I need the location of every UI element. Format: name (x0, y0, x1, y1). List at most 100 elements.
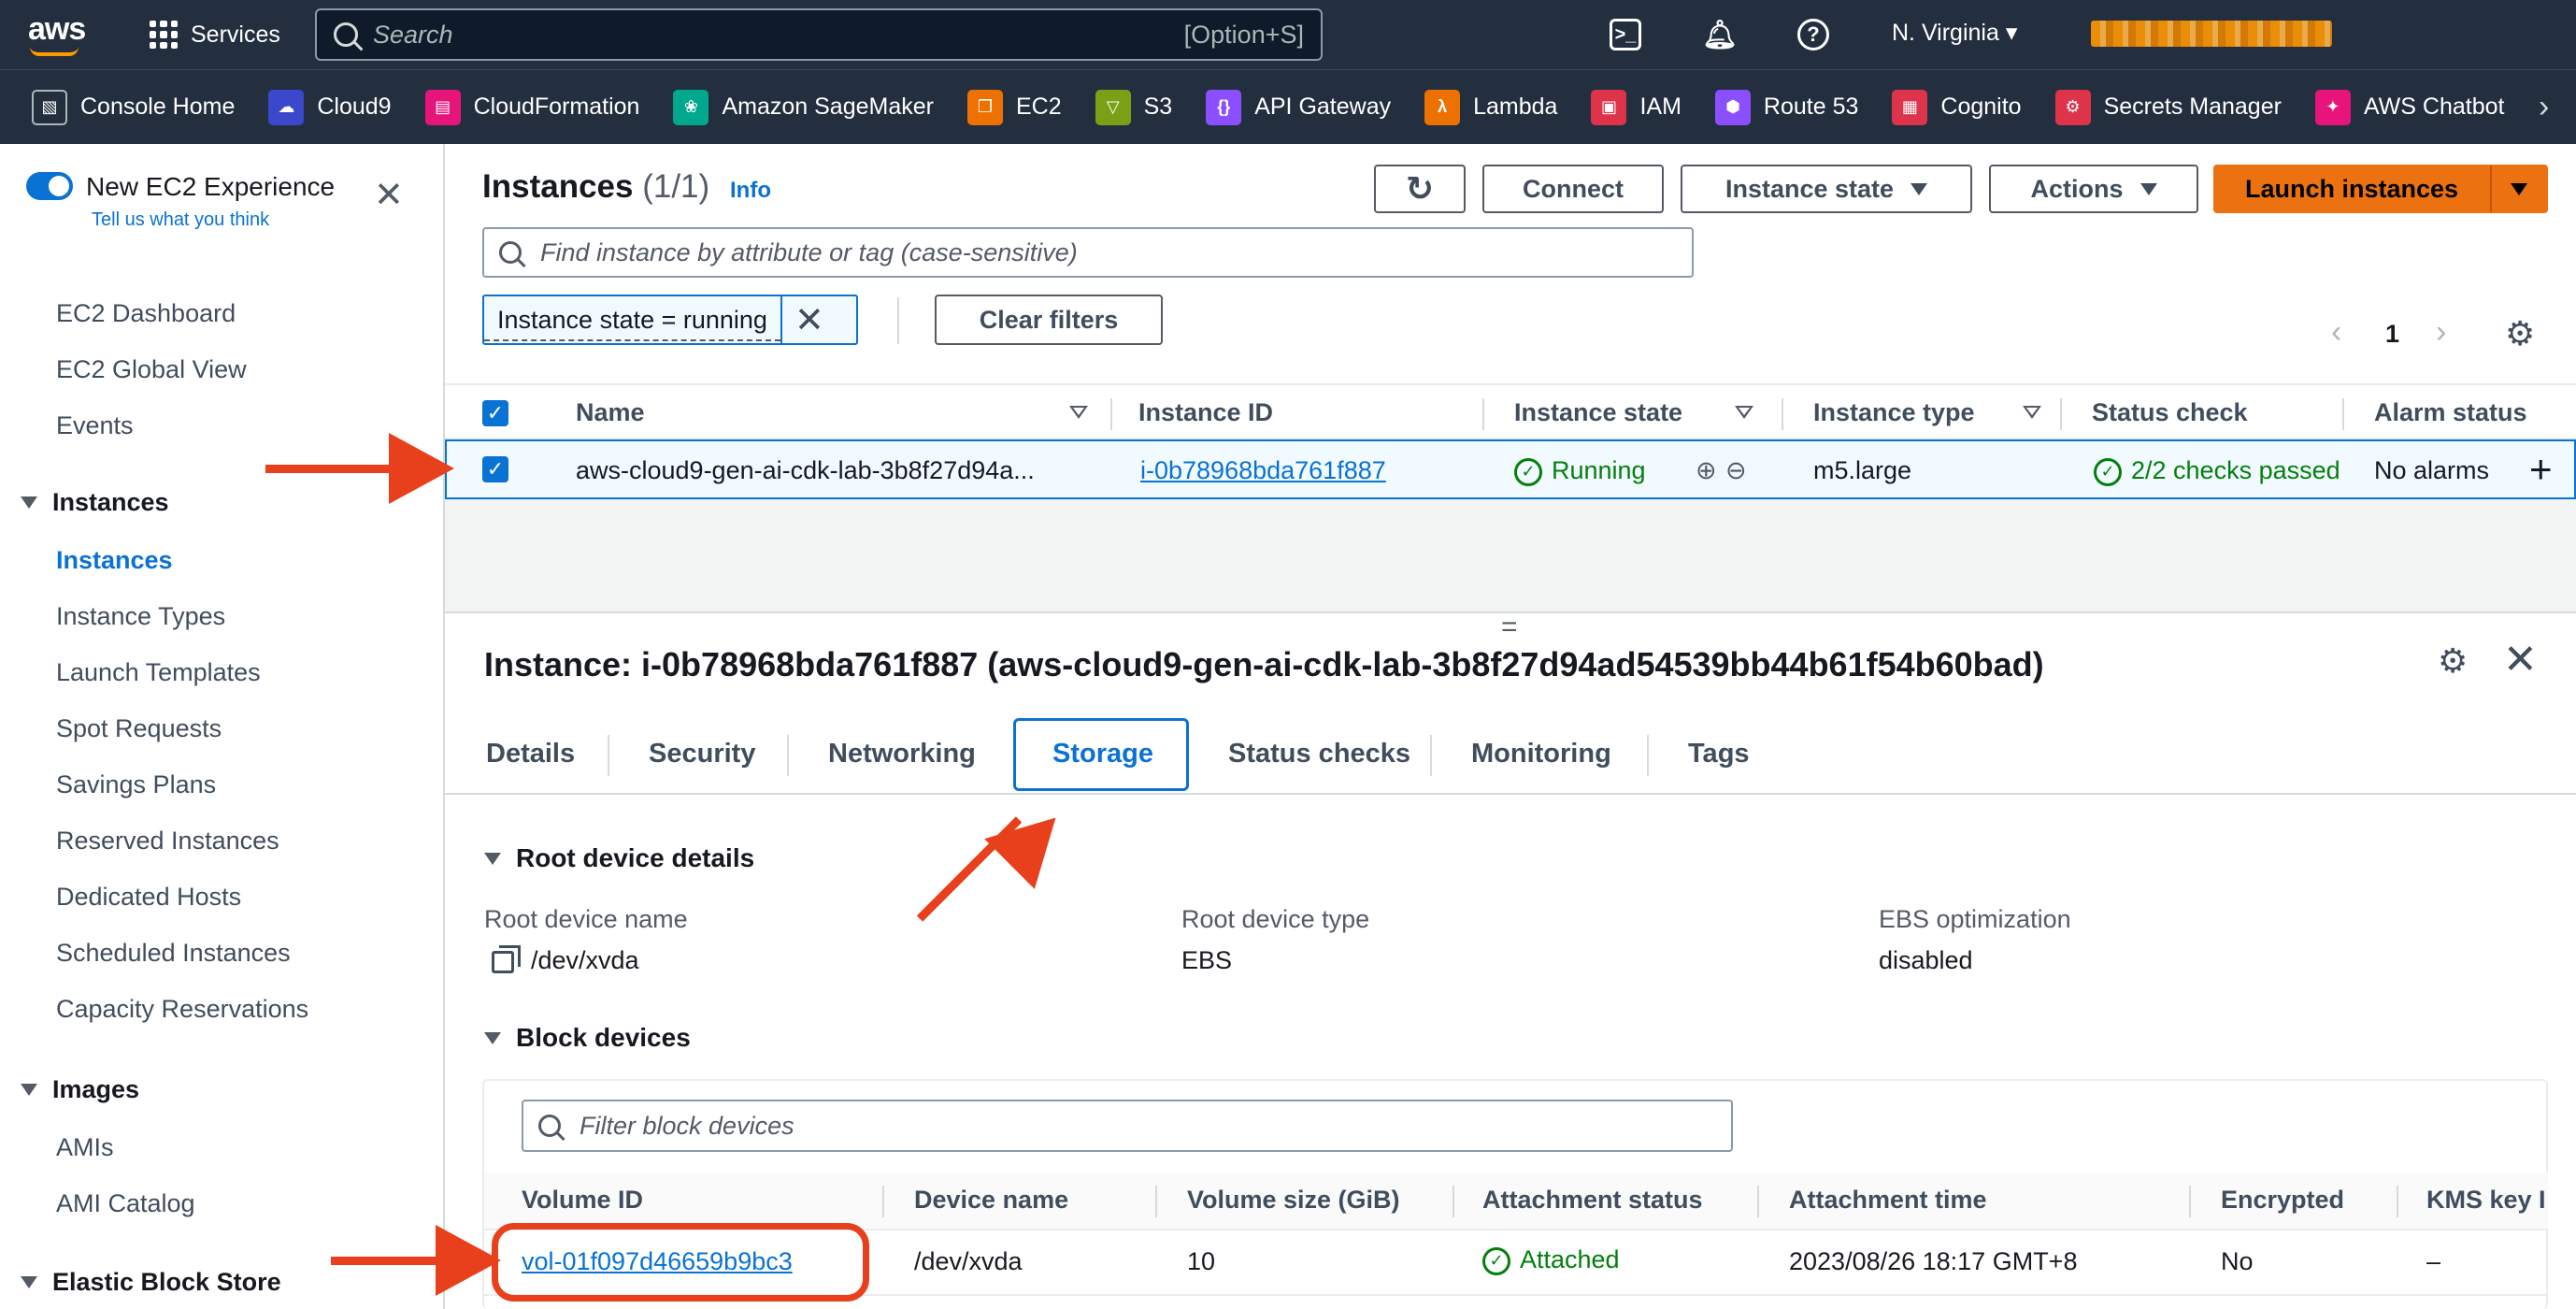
column-header-kms-key[interactable]: KMS key I (2426, 1186, 2546, 1215)
fav-secrets-manager[interactable]: ⚙ Secrets Manager (2054, 89, 2282, 125)
chevron-left-icon[interactable]: ‹ (2331, 314, 2341, 351)
fav-cloud9[interactable]: ☁ Cloud9 (268, 89, 392, 125)
services-menu-button[interactable]: Services (150, 15, 280, 54)
fav-sagemaker[interactable]: ❀ Amazon SageMaker (673, 89, 934, 125)
find-instance-input[interactable]: Find instance by attribute or tag (case-… (482, 227, 1694, 278)
sidebar-item-instance-types[interactable]: Instance Types (56, 602, 225, 631)
column-header-status-check[interactable]: Status check (2092, 398, 2248, 427)
sidebar-item-events[interactable]: Events (56, 411, 134, 440)
launch-instances-button[interactable]: Launch instances (2213, 165, 2490, 213)
select-all-checkbox[interactable]: ✓ (482, 400, 508, 426)
sidebar-section-images[interactable]: Images (21, 1075, 139, 1104)
search-input[interactable]: Search [Option+S] (315, 8, 1323, 61)
sidebar-item-launch-templates[interactable]: Launch Templates (56, 658, 261, 687)
close-icon[interactable]: ✕ (2503, 636, 2538, 683)
fav-console-home[interactable]: ▧ Console Home (32, 89, 235, 125)
tab-details[interactable]: Details (486, 739, 575, 770)
cloudshell-icon[interactable]: >_ (1610, 19, 1641, 50)
column-header-alarm-status[interactable]: Alarm status (2374, 398, 2527, 427)
clear-filters-button[interactable]: Clear filters (935, 295, 1163, 345)
fav-cloudformation[interactable]: ▤ CloudFormation (424, 89, 639, 125)
tab-monitoring[interactable]: Monitoring (1471, 739, 1611, 770)
sidebar-item-scheduled-instances[interactable]: Scheduled Instances (56, 939, 291, 968)
aws-logo[interactable]: aws (28, 11, 86, 56)
sidebar-item-spot-requests[interactable]: Spot Requests (56, 714, 222, 743)
fav-iam[interactable]: ▣ IAM (1591, 89, 1682, 125)
chevron-right-icon[interactable]: › (2539, 89, 2549, 125)
caret-down-icon (2511, 182, 2527, 195)
account-menu-redacted[interactable] (2091, 21, 2332, 47)
fav-cognito[interactable]: ▦ Cognito (1892, 89, 2022, 125)
sidebar-item-ami-catalog[interactable]: AMI Catalog (56, 1189, 195, 1218)
column-header-attachment-status[interactable]: Attachment status (1482, 1186, 1703, 1215)
tab-status-checks[interactable]: Status checks (1228, 739, 1410, 770)
tab-networking[interactable]: Networking (828, 739, 976, 770)
close-icon[interactable]: ✕ (374, 178, 404, 213)
sort-icon[interactable] (1735, 406, 1753, 419)
row-checkbox[interactable]: ✓ (482, 456, 508, 482)
new-experience-toggle[interactable] (26, 172, 73, 200)
page-number[interactable]: 1 (2385, 320, 2399, 349)
info-link[interactable]: Info (730, 178, 771, 204)
fav-label: Lambda (1473, 94, 1558, 120)
root-device-section-header[interactable]: Root device details (484, 843, 754, 873)
sidebar-item-ec2-dashboard[interactable]: EC2 Dashboard (56, 299, 236, 328)
connect-button[interactable]: Connect (1482, 165, 1664, 213)
remove-filter-icon[interactable]: ✕ (780, 296, 837, 343)
filter-token-label[interactable]: Instance state = running (484, 296, 780, 341)
fav-lambda[interactable]: λ Lambda (1424, 89, 1558, 125)
actions-button[interactable]: Actions (1989, 165, 2198, 213)
filter-block-devices-input[interactable]: Filter block devices (522, 1100, 1733, 1152)
sort-icon[interactable] (2023, 406, 2041, 419)
column-header-instance-state[interactable]: Instance state (1514, 398, 1682, 427)
sidebar-item-amis[interactable]: AMIs (56, 1133, 114, 1162)
sidebar: New EC2 Experience Tell us what you thin… (0, 144, 445, 1309)
tab-security[interactable]: Security (649, 739, 755, 770)
zoom-out-icon[interactable]: ⊖ (1725, 456, 1747, 485)
sidebar-item-dedicated-hosts[interactable]: Dedicated Hosts (56, 883, 241, 912)
refresh-button[interactable]: ↻ (1374, 165, 1466, 213)
column-header-volume-size[interactable]: Volume size (GiB) (1187, 1186, 1400, 1215)
fav-s3[interactable]: ▽ S3 (1095, 89, 1172, 125)
gear-icon[interactable]: ⚙ (2438, 641, 2468, 681)
tab-tags[interactable]: Tags (1688, 739, 1750, 770)
column-header-instance-type[interactable]: Instance type (1813, 398, 1975, 427)
fav-route53[interactable]: ⬢ Route 53 (1714, 89, 1858, 125)
sort-icon[interactable] (1069, 406, 1088, 419)
column-header-instance-id[interactable]: Instance ID (1138, 398, 1273, 427)
s3-bucket-icon: ▽ (1095, 89, 1131, 125)
chevron-right-icon[interactable]: › (2436, 314, 2446, 351)
sidebar-item-reserved-instances[interactable]: Reserved Instances (56, 827, 279, 856)
column-header-volume-id[interactable]: Volume ID (522, 1186, 643, 1215)
fav-api-gateway[interactable]: {} API Gateway (1206, 89, 1391, 125)
sidebar-item-ec2-global-view[interactable]: EC2 Global View (56, 355, 247, 384)
block-devices-section-header[interactable]: Block devices (484, 1023, 691, 1053)
sidebar-item-savings-plans[interactable]: Savings Plans (56, 770, 216, 799)
bell-icon[interactable]: 🔔︎ (1702, 19, 1738, 50)
help-icon[interactable]: ? (1797, 19, 1829, 50)
table-row[interactable]: ✓ aws-cloud9-gen-ai-cdk-lab-3b8f27d94a..… (445, 439, 2576, 499)
add-alarm-icon[interactable]: + (2529, 447, 2553, 492)
gear-icon[interactable]: ⚙ (2505, 314, 2535, 353)
attachment-status-text: Attached (1520, 1245, 1620, 1273)
instance-id-link[interactable]: i-0b78968bda761f887 (1140, 456, 1386, 485)
column-header-device-name[interactable]: Device name (914, 1186, 1068, 1215)
sidebar-item-instances[interactable]: Instances (56, 546, 173, 575)
column-header-name[interactable]: Name (576, 398, 645, 427)
instance-state-button[interactable]: Instance state (1681, 165, 1972, 213)
search-placeholder: Search (373, 20, 453, 49)
sidebar-section-instances[interactable]: Instances (21, 488, 169, 517)
launch-dropdown-button[interactable] (2490, 165, 2548, 213)
column-header-encrypted[interactable]: Encrypted (2221, 1186, 2344, 1215)
sidebar-item-capacity-reservations[interactable]: Capacity Reservations (56, 995, 308, 1024)
column-header-attachment-time[interactable]: Attachment time (1789, 1186, 1987, 1215)
zoom-in-icon[interactable]: ⊕ (1696, 456, 1717, 485)
feedback-link[interactable]: Tell us what you think (92, 209, 269, 231)
region-selector[interactable]: N. Virginia ▾ (1892, 19, 2017, 47)
fav-ec2[interactable]: ❐ EC2 (966, 89, 1062, 125)
copy-icon[interactable] (492, 944, 521, 973)
sidebar-section-elastic-block-store[interactable]: Elastic Block Store (21, 1268, 281, 1297)
filter-token[interactable]: Instance state = running ✕ (482, 295, 858, 345)
resize-handle-icon[interactable]: = (1501, 611, 1518, 643)
fav-aws-chatbot[interactable]: ✦ AWS Chatbot (2314, 89, 2504, 125)
